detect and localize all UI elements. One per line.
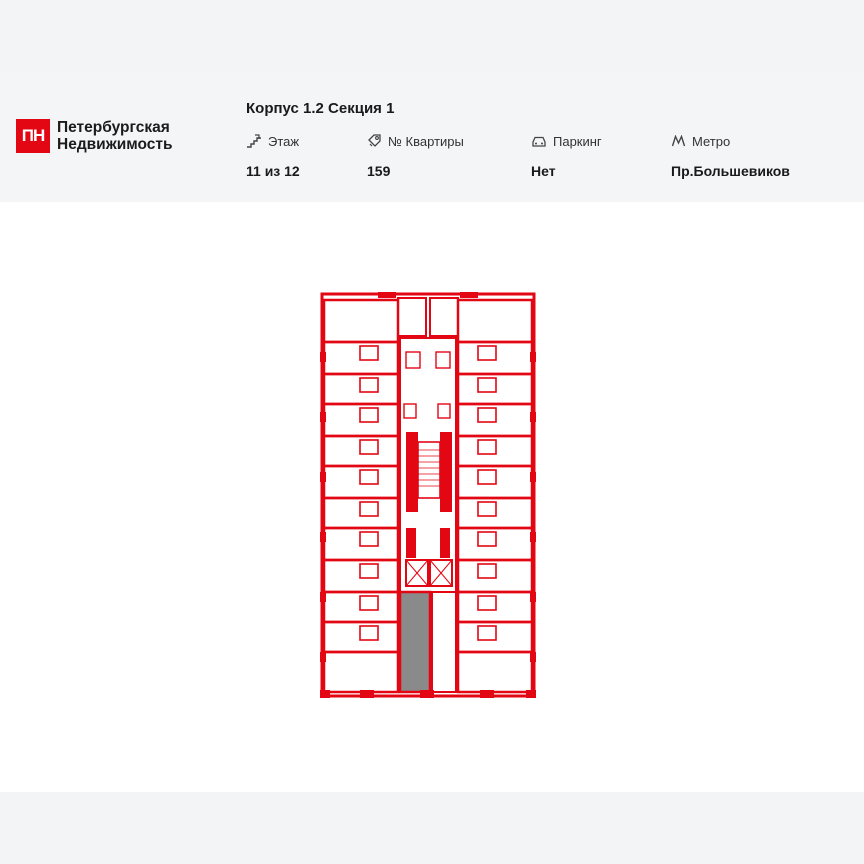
param-apartment: № Квартиры 159 <box>367 132 464 180</box>
param-metro-label: Метро <box>692 133 731 149</box>
metro-icon <box>671 135 686 147</box>
page-title: Корпус 1.2 Секция 1 <box>246 100 395 117</box>
stairs-icon <box>247 134 261 148</box>
car-icon <box>532 136 546 147</box>
logo-line-1: Петербургская <box>57 119 170 136</box>
floor-plan[interactable] <box>320 292 536 700</box>
param-floor-label: Этаж <box>268 133 300 149</box>
brand-logo: ПН Петербургская Недвижимость <box>16 119 173 153</box>
param-metro-value: Пр.Большевиков <box>671 163 790 179</box>
logo-mark: ПН <box>16 119 50 153</box>
param-apartment-value: 159 <box>367 163 391 179</box>
param-floor: Этаж 11 из 12 <box>246 132 300 180</box>
param-metro: Метро Пр.Большевиков <box>671 132 790 180</box>
bottom-band <box>0 792 864 864</box>
selected-apartment[interactable] <box>398 590 432 694</box>
param-floor-value: 11 из 12 <box>246 163 300 179</box>
param-parking: Паркинг Нет <box>531 132 602 180</box>
param-parking-label: Паркинг <box>553 133 602 149</box>
param-apartment-label: № Квартиры <box>388 133 464 149</box>
logo-line-2: Недвижимость <box>57 136 173 153</box>
top-band <box>0 0 864 72</box>
param-parking-value: Нет <box>531 163 556 179</box>
logo-text: Петербургская Недвижимость <box>57 119 173 153</box>
key-icon <box>368 134 381 147</box>
